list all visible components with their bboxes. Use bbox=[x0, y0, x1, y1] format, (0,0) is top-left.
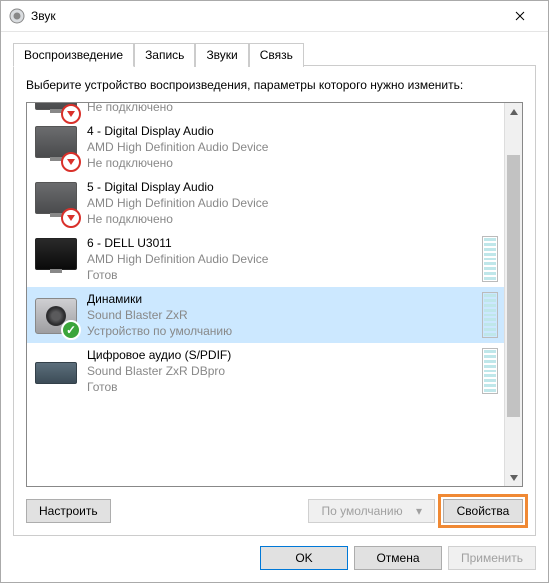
instruction-text: Выберите устройство воспроизведения, пар… bbox=[26, 78, 523, 92]
level-meter bbox=[482, 348, 498, 394]
spdif-icon bbox=[33, 348, 79, 394]
app-icon bbox=[9, 8, 25, 24]
scroll-thumb[interactable] bbox=[507, 155, 520, 417]
device-status: Готов bbox=[87, 267, 476, 283]
chevron-down-icon bbox=[510, 475, 518, 481]
device-driver: AMD High Definition Audio Device bbox=[87, 139, 498, 155]
disconnected-badge-icon bbox=[61, 152, 81, 172]
speaker-icon: ✓ bbox=[33, 292, 79, 338]
device-title: 5 - Digital Display Audio bbox=[87, 179, 498, 195]
ok-button[interactable]: OK bbox=[260, 546, 348, 570]
properties-button[interactable]: Свойства bbox=[443, 499, 523, 523]
tab-2[interactable]: Звуки bbox=[195, 43, 248, 67]
scrollbar[interactable] bbox=[504, 103, 522, 486]
default-badge-icon: ✓ bbox=[61, 320, 81, 340]
device-status: Готов bbox=[87, 379, 476, 395]
device-list: AMD High Definition Audio DeviceНе подкл… bbox=[26, 102, 523, 487]
tab-0[interactable]: Воспроизведение bbox=[13, 43, 134, 67]
device-driver: AMD High Definition Audio Device bbox=[87, 195, 498, 211]
close-button[interactable] bbox=[500, 2, 540, 30]
device-status: Не подключено bbox=[87, 103, 498, 115]
monitor-icon bbox=[33, 103, 79, 122]
chevron-up-icon bbox=[510, 109, 518, 115]
device-item[interactable]: AMD High Definition Audio DeviceНе подкл… bbox=[27, 103, 504, 119]
disconnected-badge-icon bbox=[61, 208, 81, 228]
monitor-dark-icon bbox=[33, 236, 79, 282]
device-item[interactable]: 6 - DELL U3011AMD High Definition Audio … bbox=[27, 231, 504, 287]
close-icon bbox=[515, 11, 525, 21]
tab-1[interactable]: Запись bbox=[134, 43, 195, 67]
dropdown-icon: ▾ bbox=[416, 504, 422, 518]
scroll-down-button[interactable] bbox=[505, 469, 522, 486]
device-item[interactable]: ✓ ДинамикиSound Blaster ZxRУстройство по … bbox=[27, 287, 504, 343]
configure-button[interactable]: Настроить bbox=[26, 499, 111, 523]
tabstrip: ВоспроизведениеЗаписьЗвукиСвязь bbox=[13, 42, 536, 66]
tab-3[interactable]: Связь bbox=[249, 43, 304, 67]
monitor-icon bbox=[33, 124, 79, 170]
monitor-icon bbox=[33, 180, 79, 226]
device-status: Не подключено bbox=[87, 211, 498, 227]
sound-dialog: Звук ВоспроизведениеЗаписьЗвукиСвязь Выб… bbox=[0, 0, 549, 583]
set-default-button: По умолчанию ▾ bbox=[308, 499, 435, 523]
dialog-footer: OK Отмена Применить bbox=[1, 536, 548, 582]
device-item[interactable]: Цифровое аудио (S/PDIF)Sound Blaster ZxR… bbox=[27, 343, 504, 399]
disconnected-badge-icon bbox=[61, 104, 81, 124]
titlebar: Звук bbox=[1, 1, 548, 32]
device-item[interactable]: 5 - Digital Display AudioAMD High Defini… bbox=[27, 175, 504, 231]
device-item[interactable]: 4 - Digital Display AudioAMD High Defini… bbox=[27, 119, 504, 175]
device-status: Устройство по умолчанию bbox=[87, 323, 476, 339]
window-title: Звук bbox=[31, 9, 500, 23]
device-title: 6 - DELL U3011 bbox=[87, 235, 476, 251]
device-driver: Sound Blaster ZxR DBpro bbox=[87, 363, 476, 379]
device-list-viewport: AMD High Definition Audio DeviceНе подкл… bbox=[27, 103, 504, 486]
scroll-up-button[interactable] bbox=[505, 103, 522, 120]
playback-panel: Выберите устройство воспроизведения, пар… bbox=[13, 65, 536, 536]
device-title: 4 - Digital Display Audio bbox=[87, 123, 498, 139]
cancel-button[interactable]: Отмена bbox=[354, 546, 442, 570]
panel-button-row: Настроить По умолчанию ▾ Свойства bbox=[26, 499, 523, 523]
device-title: Цифровое аудио (S/PDIF) bbox=[87, 347, 476, 363]
device-title: Динамики bbox=[87, 291, 476, 307]
scroll-track[interactable] bbox=[505, 120, 522, 469]
apply-button: Применить bbox=[448, 546, 536, 570]
device-driver: AMD High Definition Audio Device bbox=[87, 251, 476, 267]
level-meter bbox=[482, 292, 498, 338]
level-meter bbox=[482, 236, 498, 282]
device-status: Не подключено bbox=[87, 155, 498, 171]
device-driver: Sound Blaster ZxR bbox=[87, 307, 476, 323]
